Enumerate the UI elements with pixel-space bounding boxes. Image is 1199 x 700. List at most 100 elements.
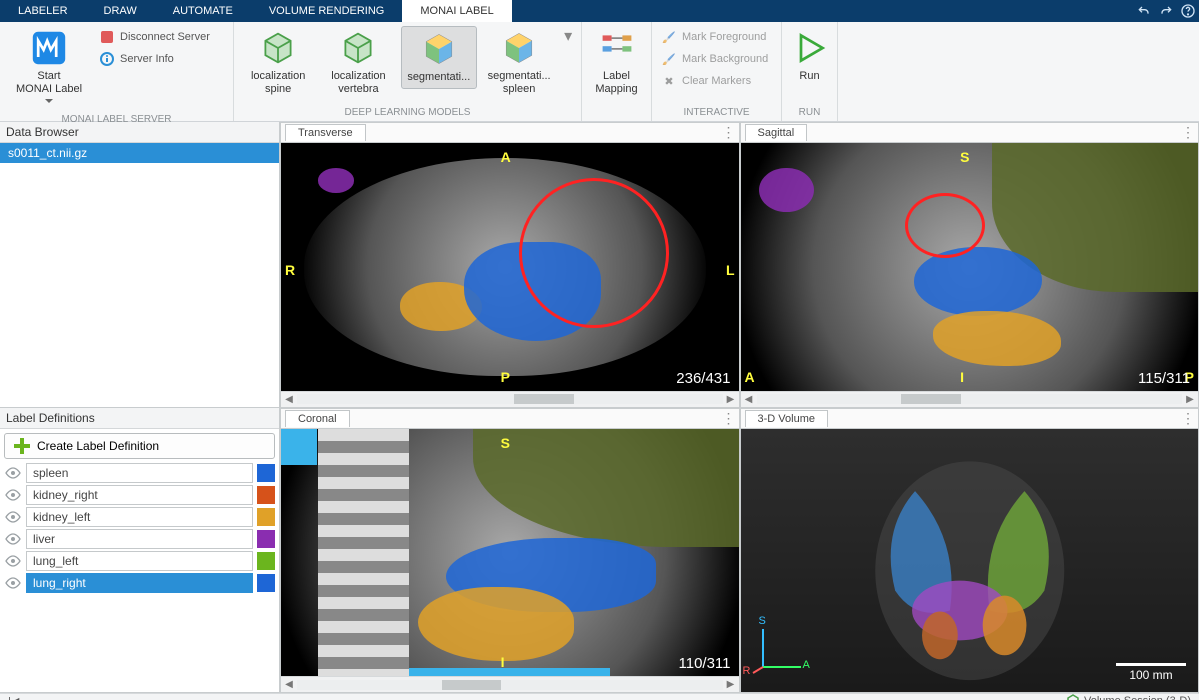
mark-fg-label: Mark Foreground	[682, 31, 766, 43]
chevron-down-icon	[45, 99, 53, 104]
transverse-scrollbar[interactable]: ◀ ▶	[281, 391, 739, 407]
label-mapping-button[interactable]: Label Mapping	[588, 26, 645, 99]
view-coronal-menu[interactable]: ⋮	[719, 410, 739, 427]
clear-markers-label: Clear Markers	[682, 75, 751, 87]
annotation-circle	[905, 193, 985, 258]
scale-bar-label: 100 mm	[1129, 668, 1172, 682]
view-3d-volume-canvas[interactable]: S A R 100 mm	[741, 429, 1199, 693]
color-swatch[interactable]	[257, 508, 275, 526]
scroll-left-icon[interactable]: ◀	[281, 394, 297, 405]
view-sagittal-slice[interactable]: S I A P 115/311	[741, 143, 1199, 391]
play-icon	[792, 30, 828, 66]
scroll-left-icon[interactable]: ◀	[741, 394, 757, 405]
orient-a: A	[501, 149, 511, 165]
tab-monai-label[interactable]: MONAI LABEL	[402, 0, 511, 22]
model-localization-vertebra-button[interactable]: localization vertebra	[320, 26, 396, 99]
clear-icon: ✖	[662, 74, 676, 88]
scroll-right-icon[interactable]: ▶	[723, 394, 739, 405]
start-monai-label-button[interactable]: Start MONAI Label	[6, 26, 92, 108]
view-transverse-menu[interactable]: ⋮	[719, 124, 739, 141]
undo-icon[interactable]	[1133, 3, 1155, 19]
label-definitions-title: Label Definitions	[0, 408, 279, 429]
color-swatch[interactable]	[257, 464, 275, 482]
ribbon-group-run-caption: RUN	[782, 105, 837, 121]
visibility-toggle-icon[interactable]	[4, 511, 22, 523]
axis-r-label: R	[743, 665, 751, 677]
label-mapping-label: Label Mapping	[595, 70, 637, 95]
visibility-toggle-icon[interactable]	[4, 533, 22, 545]
server-info-label: Server Info	[120, 53, 174, 65]
label-def-name: liver	[26, 529, 253, 549]
view-sagittal-menu[interactable]: ⋮	[1178, 124, 1198, 141]
slice-indicator	[409, 668, 610, 676]
tab-volume-rendering[interactable]: VOLUME RENDERING	[251, 0, 403, 22]
color-swatch[interactable]	[257, 530, 275, 548]
scroll-right-icon[interactable]: ▶	[1182, 394, 1198, 405]
model-b2-label: localization vertebra	[331, 70, 385, 95]
view-transverse-slice[interactable]: A R L P 236/431	[281, 143, 739, 391]
view-3d-volume-menu[interactable]: ⋮	[1178, 410, 1198, 427]
orient-i: I	[960, 369, 964, 385]
model-segmentation-spleen-button[interactable]: segmentati... spleen	[481, 26, 557, 99]
model-segmentation-button[interactable]: segmentati...	[401, 26, 477, 89]
redo-icon[interactable]	[1155, 3, 1177, 19]
visibility-toggle-icon[interactable]	[4, 489, 22, 501]
create-label-definition-button[interactable]: Create Label Definition	[4, 433, 275, 459]
label-def-name: kidney_right	[26, 485, 253, 505]
monai-logo-icon	[31, 30, 67, 66]
data-browser-item[interactable]: s0011_ct.nii.gz	[0, 143, 279, 163]
model-localization-spine-button[interactable]: localization spine	[240, 26, 316, 99]
cube-multi-icon	[501, 30, 537, 66]
sagittal-scrollbar[interactable]: ◀ ▶	[741, 391, 1199, 407]
run-button[interactable]: Run	[788, 26, 831, 87]
orientation-axes: S A R	[751, 619, 811, 682]
view-coronal-tab[interactable]: Coronal	[285, 410, 350, 427]
label-def-lung_left[interactable]: lung_left	[4, 551, 275, 571]
view-sagittal-tab[interactable]: Sagittal	[745, 124, 808, 141]
scroll-left-icon[interactable]: ◀	[281, 679, 297, 690]
label-def-liver[interactable]: liver	[4, 529, 275, 549]
tab-automate[interactable]: AUTOMATE	[155, 0, 251, 22]
clear-markers-button[interactable]: ✖ Clear Markers	[658, 72, 772, 90]
view-transverse-tab[interactable]: Transverse	[285, 124, 366, 141]
volume-session-label: Volume Session (3-D)	[1084, 695, 1191, 700]
mapping-icon	[599, 30, 635, 66]
volume-session-indicator[interactable]: Volume Session (3-D)	[1058, 694, 1199, 700]
transverse-counter: 236/431	[676, 370, 730, 387]
orient-s: S	[960, 149, 969, 165]
visibility-toggle-icon[interactable]	[4, 555, 22, 567]
tab-labeler[interactable]: LABELER	[0, 0, 86, 22]
scroll-right-icon[interactable]: ▶	[723, 679, 739, 690]
color-swatch[interactable]	[257, 552, 275, 570]
server-info-button[interactable]: Server Info	[96, 50, 214, 68]
label-def-name: lung_left	[26, 551, 253, 571]
visibility-toggle-icon[interactable]	[4, 467, 22, 479]
view-coronal-slice[interactable]: S I 110/311	[281, 429, 739, 677]
coronal-scrollbar[interactable]: ◀ ▶	[281, 676, 739, 692]
label-def-spleen[interactable]: spleen	[4, 463, 275, 483]
orient-a: A	[745, 369, 755, 385]
help-icon[interactable]	[1177, 3, 1199, 19]
mark-background-button[interactable]: 🖌️ Mark Background	[658, 50, 772, 68]
run-label: Run	[799, 70, 819, 83]
color-swatch[interactable]	[257, 486, 275, 504]
model-b3-label: segmentati...	[407, 71, 470, 84]
mark-bg-label: Mark Background	[682, 53, 768, 65]
tab-draw[interactable]: DRAW	[86, 0, 155, 22]
label-def-name: spleen	[26, 463, 253, 483]
view-3d-volume-tab[interactable]: 3-D Volume	[745, 410, 828, 427]
visibility-toggle-icon[interactable]	[4, 577, 22, 589]
cube-icon	[260, 30, 296, 66]
orient-l: L	[726, 262, 735, 278]
mark-foreground-button[interactable]: 🖌️ Mark Foreground	[658, 28, 772, 46]
scale-bar: 100 mm	[1116, 663, 1186, 682]
color-swatch[interactable]	[257, 574, 275, 592]
status-back-button[interactable]: |◀	[0, 695, 27, 700]
axis-a-label: A	[803, 659, 810, 671]
label-def-kidney_right[interactable]: kidney_right	[4, 485, 275, 505]
model-b1-label: localization spine	[251, 70, 305, 95]
disconnect-server-button[interactable]: Disconnect Server	[96, 28, 214, 46]
label-def-lung_right[interactable]: lung_right	[4, 573, 275, 593]
models-more-dropdown[interactable]: ▾	[561, 26, 575, 46]
label-def-kidney_left[interactable]: kidney_left	[4, 507, 275, 527]
